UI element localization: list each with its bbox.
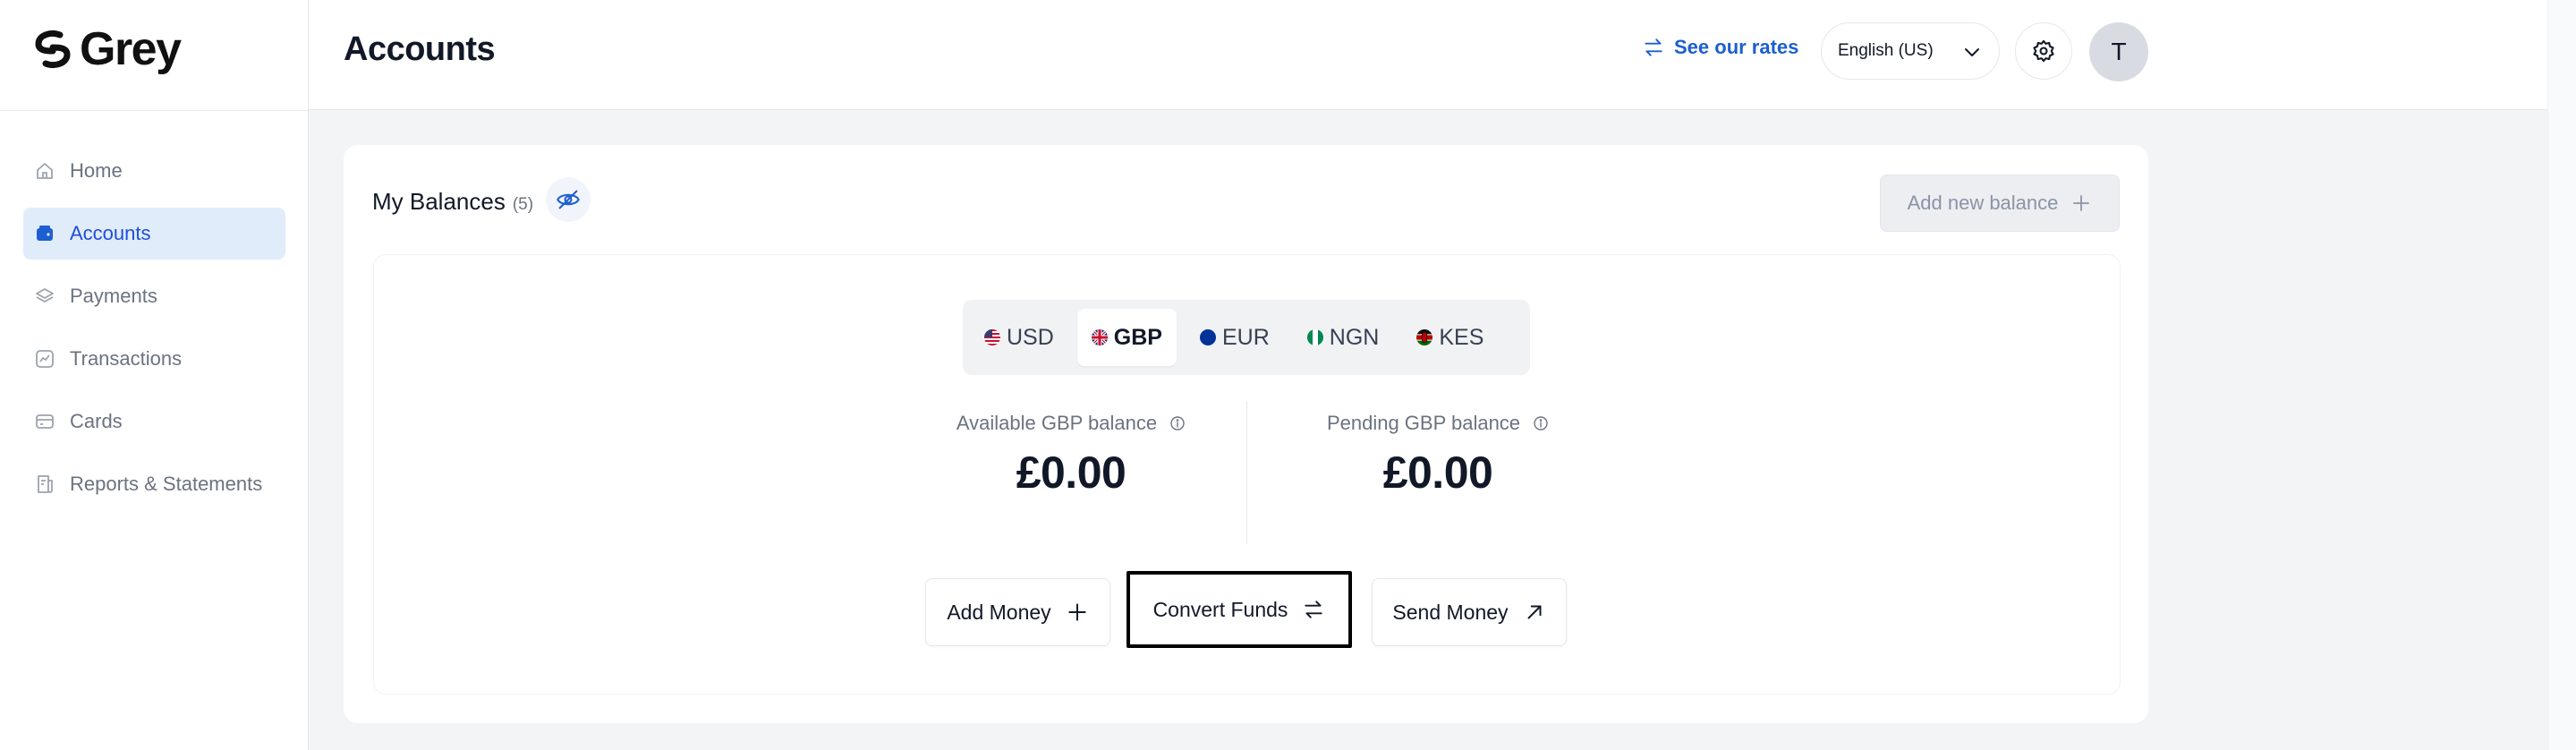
ng-flag-icon [1306, 329, 1323, 345]
arrow-up-right-icon [1527, 605, 1542, 619]
eye-off-icon [557, 190, 580, 209]
hide-balance-button[interactable] [546, 177, 591, 222]
balance-panel: USD GBP EUR NGN KES Available GBP balanc… [373, 254, 2121, 695]
available-balance: Available GBP balance £0.00 [892, 407, 1250, 499]
send-money-button[interactable]: Send Money [1372, 578, 1567, 646]
sidebar-item-reports[interactable]: Reports & Statements [23, 458, 285, 510]
swap-icon [1645, 38, 1662, 56]
send-money-label: Send Money [1392, 600, 1509, 624]
us-flag-icon [984, 329, 1000, 345]
sidebar-item-label: Home [70, 159, 123, 182]
add-new-balance-button[interactable]: Add new balance [1880, 175, 2120, 232]
ke-flag-icon [1416, 329, 1433, 345]
info-icon[interactable] [1533, 415, 1549, 431]
sidebar: Grey Home Accounts Payments Transactions… [0, 0, 309, 750]
add-new-balance-label: Add new balance [1907, 192, 2059, 214]
sidebar-nav: Home Accounts Payments Transactions Card… [23, 145, 285, 521]
pending-balance-amount: £0.00 [1382, 447, 1493, 498]
uk-flag-icon [1091, 329, 1108, 345]
balances-card: My Balances (5) Add new balance USD GBP [344, 145, 2148, 723]
available-balance-label: Available GBP balance [956, 412, 1158, 434]
tab-kes[interactable]: KES [1402, 309, 1498, 366]
layers-icon [34, 286, 55, 307]
tab-label: NGN [1329, 324, 1380, 350]
page-title: Accounts [344, 30, 496, 68]
card-icon [34, 411, 55, 432]
eu-flag-icon [1199, 329, 1216, 345]
sidebar-item-cards[interactable]: Cards [23, 396, 285, 447]
gear-icon [2033, 39, 2054, 63]
sidebar-item-label: Cards [70, 410, 123, 432]
sidebar-item-transactions[interactable]: Transactions [23, 333, 285, 385]
swap-icon [1305, 601, 1323, 618]
see-rates-link[interactable]: See our rates [1642, 36, 1798, 59]
tab-label: USD [1007, 324, 1054, 350]
balances-count: (5) [512, 195, 534, 214]
chart-icon [34, 348, 55, 370]
settings-button[interactable] [2015, 22, 2072, 80]
tab-eur[interactable]: EUR [1186, 309, 1284, 366]
pending-balance: Pending GBP balance £0.00 [1259, 407, 1617, 499]
tab-label: KES [1439, 324, 1484, 350]
brand-logo[interactable]: Grey [33, 23, 182, 75]
balances-heading: My Balances (5) [372, 188, 533, 216]
info-icon[interactable] [1169, 415, 1186, 431]
add-money-label: Add Money [947, 600, 1051, 624]
brand-name: Grey [80, 23, 182, 75]
pending-balance-label-row: Pending GBP balance [1259, 407, 1617, 439]
available-balance-amount: £0.00 [1016, 447, 1126, 498]
wallet-icon [34, 223, 55, 244]
grey-logo-icon [35, 30, 71, 69]
sidebar-item-payments[interactable]: Payments [23, 270, 285, 322]
language-value: English (US) [1838, 41, 1934, 60]
balances-title: My Balances [372, 188, 506, 215]
add-money-button[interactable]: Add Money [925, 578, 1110, 646]
user-avatar[interactable]: T [2089, 22, 2148, 81]
tab-label: EUR [1221, 324, 1270, 350]
plus-icon [1068, 603, 1086, 621]
home-icon [34, 160, 55, 182]
top-header: Accounts See our rates English (US) T [309, 0, 2547, 110]
report-icon [34, 473, 55, 495]
sidebar-item-label: Accounts [70, 222, 151, 244]
currency-tabs: USD GBP EUR NGN KES [963, 300, 1530, 375]
pending-balance-label: Pending GBP balance [1326, 412, 1521, 434]
sidebar-item-home[interactable]: Home [23, 145, 285, 197]
plus-icon [2073, 195, 2090, 211]
available-balance-label-row: Available GBP balance [892, 407, 1250, 439]
tab-usd[interactable]: USD [970, 309, 1068, 366]
convert-funds-button[interactable]: Convert Funds [1126, 571, 1352, 648]
sidebar-item-label: Reports & Statements [70, 473, 263, 495]
tab-gbp[interactable]: GBP [1076, 309, 1177, 366]
tab-label: GBP [1113, 324, 1162, 350]
sidebar-item-label: Payments [70, 285, 157, 307]
see-rates-label: See our rates [1674, 36, 1799, 58]
chevron-down-icon [1965, 48, 1979, 56]
balance-divider [1246, 401, 1247, 544]
sidebar-divider [0, 110, 309, 111]
sidebar-item-accounts[interactable]: Accounts [23, 208, 285, 260]
right-edge-strip [2547, 0, 2576, 750]
convert-funds-label: Convert Funds [1152, 597, 1288, 621]
language-select[interactable]: English (US) [1821, 22, 2000, 80]
tab-ngn[interactable]: NGN [1293, 309, 1394, 366]
sidebar-item-label: Transactions [70, 347, 183, 370]
